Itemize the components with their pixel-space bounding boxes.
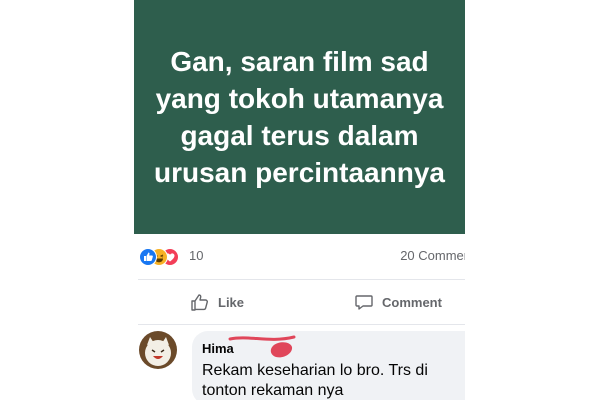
reaction-count[interactable]: 10	[189, 248, 203, 263]
comment-bubble-icon	[355, 295, 373, 310]
facebook-post: Gan, saran film sad yang tokoh utamanya …	[134, 0, 465, 400]
avatar[interactable]	[139, 331, 177, 369]
divider	[138, 324, 465, 325]
comment-button-label: Comment	[382, 294, 442, 310]
post-actions: Like Comment	[134, 280, 465, 324]
status-text: Gan, saran film sad yang tokoh utamanya …	[154, 46, 445, 188]
comment-bubble: Hima Rekam keseharian lo bro. Trs di ton…	[192, 331, 465, 400]
comment-text: Rekam keseharian lo bro. Trs di tonton r…	[202, 362, 428, 399]
reaction-icons[interactable]	[139, 248, 187, 266]
red-redaction-scribble	[228, 335, 296, 358]
reaction-summary-bar: 10 20 Commen	[134, 234, 465, 278]
like-button[interactable]: Like	[190, 292, 244, 312]
comment-item: Hima Rekam keseharian lo bro. Trs di ton…	[134, 327, 465, 400]
comment-count[interactable]: 20 Commen	[400, 248, 465, 263]
status-background-card: Gan, saran film sad yang tokoh utamanya …	[134, 0, 465, 234]
like-button-label: Like	[218, 294, 245, 310]
thumbs-up-icon	[191, 294, 208, 311]
comment-button[interactable]: Comment	[354, 292, 442, 312]
like-reaction-icon	[139, 248, 157, 266]
